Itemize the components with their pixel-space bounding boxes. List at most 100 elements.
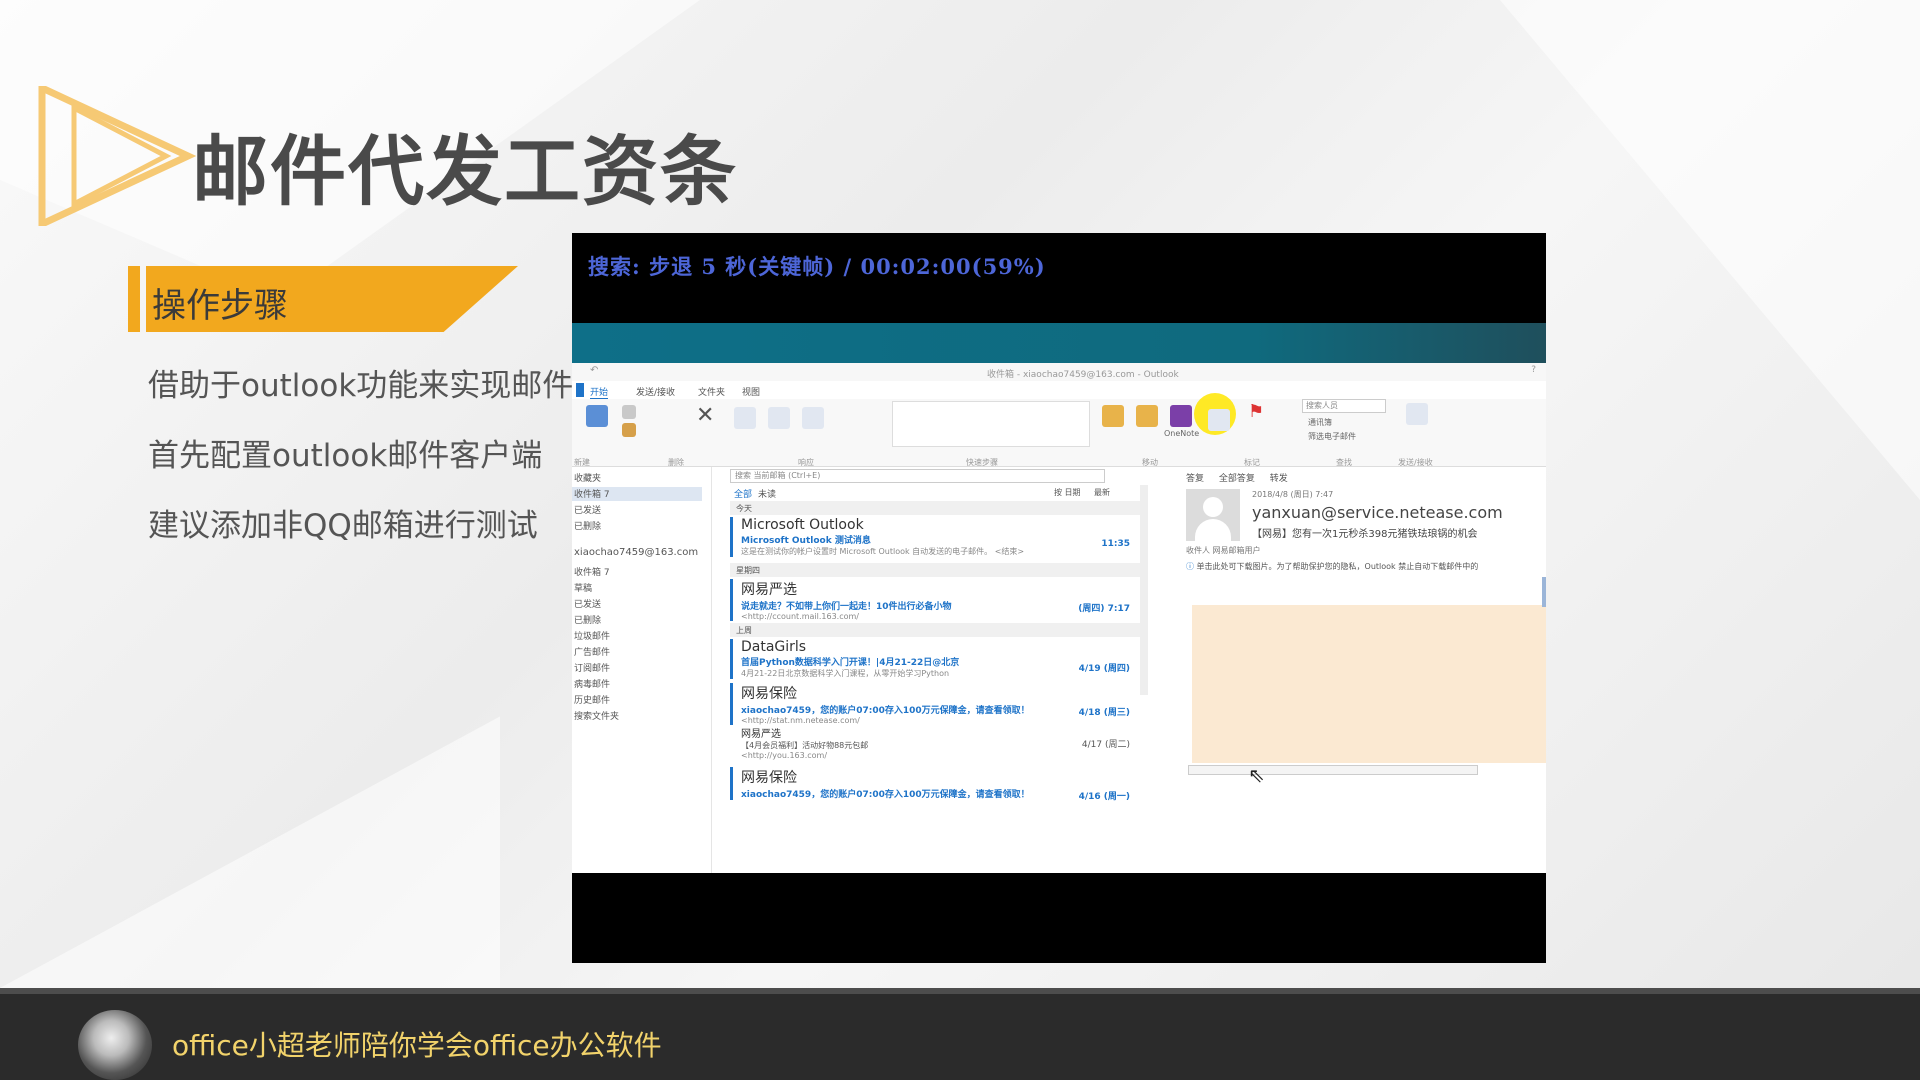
mail-search-input[interactable]: 搜索 当前邮箱 (Ctrl+E) [730, 469, 1105, 483]
slide-title: 邮件代发工资条 [192, 127, 738, 216]
folder-pane: 收藏夹 收件箱 7 已发送 已删除 xiaochao7459@163.com 收… [572, 467, 712, 873]
account-name[interactable]: xiaochao7459@163.com [574, 547, 698, 558]
message-time: 4/17 (周二) [1081, 740, 1130, 750]
reading-from: yanxuan@service.netease.com [1252, 503, 1503, 522]
folder-sent[interactable]: 已发送 [574, 597, 601, 610]
tab-home[interactable]: 开始 [590, 385, 609, 400]
address-book-label[interactable]: 通讯簿 [1308, 417, 1332, 428]
reply-button[interactable]: 答复 [1186, 474, 1204, 484]
download-notice[interactable]: ⓘ 单击此处可下载图片。为了帮助保护您的隐私，Outlook 禁止自动下载邮件中… [1186, 561, 1542, 572]
download-notice-text: 单击此处可下载图片。为了帮助保护您的隐私，Outlook 禁止自动下载邮件中的 [1196, 562, 1479, 571]
tab-send-receive[interactable]: 发送/接收 [636, 385, 675, 398]
message-subject: Microsoft Outlook 测试消息 [741, 536, 871, 546]
reply-all-button[interactable]: 全部答复 [1219, 474, 1255, 484]
quick-steps-box[interactable] [892, 401, 1090, 447]
message-list-scrollbar[interactable] [1140, 485, 1148, 695]
channel-name: office小超老师陪你学会office办公软件 [172, 1029, 662, 1062]
mouse-cursor-icon: ⇖ [1248, 763, 1265, 787]
message-preview: <http://you.163.com/ [741, 751, 828, 760]
reading-vscrollbar[interactable] [1542, 577, 1546, 607]
folder-inbox-fav[interactable]: 收件箱 7 [572, 487, 702, 501]
file-tab-accent [576, 383, 584, 397]
message-item[interactable]: DataGirls 首届Python数据科学入门开课！|4月21-22日@北京 … [730, 639, 1140, 679]
folder-virus[interactable]: 病毒邮件 [574, 677, 610, 690]
ignore-icon[interactable] [622, 405, 636, 419]
send-receive-icon[interactable] [1406, 403, 1428, 425]
folder-ads[interactable]: 广告邮件 [574, 645, 610, 658]
window-title: 收件箱 - xiaochao7459@163.com - Outlook [987, 370, 1179, 380]
ribbon: ✕ OneNote ⚑ 搜索人员 通讯簿 筛选电子邮件 新建 删除 响应 快速步… [572, 393, 1546, 467]
message-item[interactable]: 网易严选 【4月会员福利】活动好物88元包邮 4/17 (周二) <http:/… [730, 725, 1140, 760]
folder-drafts[interactable]: 草稿 [574, 581, 592, 594]
step-label: 操作步骤 [152, 286, 288, 326]
bullet-2: 首先配置outlook邮件客户端 [148, 438, 543, 474]
folder-subscriptions[interactable]: 订阅邮件 [574, 661, 610, 674]
folder-deleted[interactable]: 已删除 [574, 613, 601, 626]
folder-search[interactable]: 搜索文件夹 [574, 709, 619, 722]
rules-icon[interactable] [1136, 405, 1158, 427]
move-icon[interactable] [1102, 405, 1124, 427]
video-player[interactable]: 搜索: 步退 5 秒(关键帧) / 00:02:00(59%) ↶ 收件箱 - … [572, 233, 1546, 963]
message-item[interactable]: 网易严选 说走就走？不如带上你们一起走！10件出行必备小物 (周四) 7:17 … [730, 579, 1140, 621]
group-today: 今天 [730, 501, 1140, 515]
group-last-week: 上周 [730, 623, 1140, 637]
video-osd-text: 搜索: 步退 5 秒(关键帧) / 00:02:00(59%) [588, 254, 1046, 279]
bg-polygon [1500, 0, 1920, 500]
bg-polygon [0, 716, 500, 988]
folder-deleted-fav[interactable]: 已删除 [574, 519, 601, 532]
message-sender: 网易保险 [741, 770, 797, 786]
flag-icon[interactable]: ⚑ [1248, 401, 1264, 422]
unread-icon[interactable] [1208, 409, 1230, 431]
outlook-titlebar: ↶ 收件箱 - xiaochao7459@163.com - Outlook ? [572, 363, 1546, 381]
reading-hscrollbar[interactable] [1188, 765, 1478, 775]
forward-button[interactable]: 转发 [1270, 474, 1288, 484]
search-people-input[interactable]: 搜索人员 [1302, 399, 1386, 413]
play-triangle-logo-icon [38, 86, 197, 226]
message-sender: Microsoft Outlook [741, 517, 864, 533]
filter-all[interactable]: 全部 [734, 487, 752, 500]
filter-unread[interactable]: 未读 [758, 487, 776, 500]
cleanup-icon[interactable] [622, 423, 636, 437]
reading-actions: 答复 全部答复 转发 [1186, 471, 1288, 484]
slide: 邮件代发工资条 操作步骤 借助于outlook功能来实现邮件 首先配置outlo… [0, 0, 1920, 988]
sort-order[interactable]: 最新 [1094, 487, 1110, 498]
message-time: 4/19 (周四) [1078, 664, 1130, 674]
reading-subject: 【网易】您有一次1元秒杀398元猪铁珐琅锅的机会 [1252, 529, 1478, 540]
reply-all-icon[interactable] [768, 407, 790, 429]
reply-icon[interactable] [734, 407, 756, 429]
onenote-label: OneNote [1164, 429, 1200, 438]
message-item[interactable]: 网易保险 xiaochao7459，您的账户07:00存入100万元保障金，请查… [730, 767, 1140, 802]
step-banner: 操作步骤 [128, 266, 518, 332]
reading-pane: 答复 全部答复 转发 2018/4/8 (周日) 7:47 yanxuan@se… [1182, 467, 1546, 873]
reading-date: 2018/4/8 (周日) 7:47 [1252, 490, 1334, 499]
onenote-icon[interactable] [1170, 405, 1192, 427]
message-time: 4/16 (周一) [1078, 792, 1130, 802]
message-time: 11:35 [1101, 539, 1130, 549]
undo-icon[interactable]: ↶ [590, 365, 598, 376]
new-email-icon[interactable] [586, 405, 608, 427]
message-time: (周四) 7:17 [1078, 604, 1130, 614]
folder-sent-fav[interactable]: 已发送 [574, 503, 601, 516]
tab-folder[interactable]: 文件夹 [698, 385, 725, 398]
banner-bar [128, 266, 140, 332]
help-icon[interactable]: ? [1531, 365, 1536, 375]
message-item[interactable]: 网易保险 xiaochao7459，您的账户07:00存入100万元保障金，请查… [730, 683, 1140, 725]
filter-email-label[interactable]: 筛选电子邮件 [1308, 431, 1356, 442]
sort-by[interactable]: 按 日期 [1054, 487, 1081, 498]
ribbon-tabs: 开始 发送/接收 文件夹 视图 [572, 381, 1546, 400]
channel-avatar [78, 1010, 152, 1080]
folder-history[interactable]: 历史邮件 [574, 693, 610, 706]
message-preview: 这是在测试你的帐户设置时 Microsoft Outlook 自动发送的电子邮件… [741, 547, 1025, 556]
folder-junk[interactable]: 垃圾邮件 [574, 629, 610, 642]
folder-favorites[interactable]: 收藏夹 [574, 471, 601, 484]
message-sender: DataGirls [741, 639, 807, 655]
email-image-placeholder [1192, 605, 1546, 763]
desktop-wallpaper-strip [572, 323, 1546, 363]
sender-avatar [1186, 489, 1240, 541]
message-item[interactable]: Microsoft Outlook Microsoft Outlook 测试消息… [730, 517, 1140, 557]
tab-view[interactable]: 视图 [742, 385, 760, 398]
folder-inbox[interactable]: 收件箱 7 [574, 565, 610, 578]
delete-icon[interactable]: ✕ [696, 403, 714, 428]
bullet-3: 建议添加非QQ邮箱进行测试 [148, 508, 538, 544]
forward-icon[interactable] [802, 407, 824, 429]
